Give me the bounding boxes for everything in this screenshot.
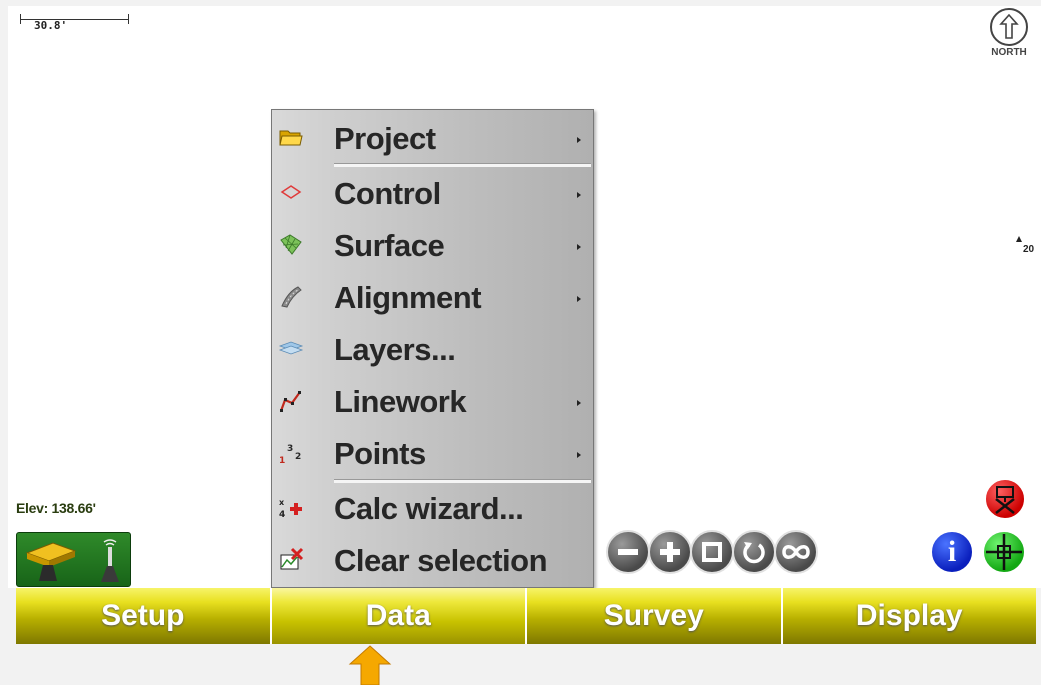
- info-icon: i: [947, 535, 957, 568]
- up-arrow-pointer-icon: [348, 645, 392, 685]
- submenu-arrow-icon: [577, 244, 581, 250]
- submenu-arrow-icon: [577, 400, 581, 406]
- menu-item-surface[interactable]: Surface: [272, 222, 593, 274]
- crosshair-button[interactable]: [982, 530, 1026, 574]
- stop-record-icon: [995, 486, 1015, 514]
- elevation-readout: Elev: 138.66': [16, 500, 96, 516]
- zoom-in-icon: [660, 542, 680, 562]
- points-icon: 1 3 2: [279, 444, 301, 466]
- base-station-icon: [101, 539, 119, 582]
- menu-item-label: Linework: [334, 384, 467, 419]
- svg-text:3: 3: [287, 444, 293, 454]
- gps-rover-icon: [25, 542, 77, 581]
- zoom-window-icon: [702, 542, 722, 562]
- svg-text:2: 2: [295, 452, 301, 462]
- zoom-window-button[interactable]: [690, 530, 734, 574]
- menu-item-layers[interactable]: Layers...: [272, 326, 593, 378]
- stop-record-button[interactable]: [984, 478, 1026, 520]
- control-diamond-icon: [280, 185, 302, 199]
- linework-icon: [279, 391, 301, 412]
- menu-item-label: Project: [334, 121, 436, 156]
- zoom-in-button[interactable]: [648, 530, 692, 574]
- north-arrow-icon: [990, 8, 1028, 46]
- zoom-out-button[interactable]: [606, 530, 650, 574]
- menu-item-label: Layers...: [334, 332, 456, 367]
- calc-wizard-icon: x 4: [279, 498, 302, 520]
- menu-item-calc-wizard[interactable]: x 4 Calc wizard...: [272, 485, 593, 537]
- tab-display[interactable]: Display: [782, 588, 1036, 644]
- svg-text:1: 1: [279, 456, 285, 466]
- submenu-arrow-icon: [577, 452, 581, 458]
- submenu-arrow-icon: [577, 137, 581, 143]
- zoom-out-icon: [618, 549, 638, 555]
- point-label: 20: [1023, 244, 1035, 255]
- menu-item-project[interactable]: Project: [272, 115, 593, 167]
- zoom-extents-icon: [782, 545, 810, 559]
- menu-item-label: Alignment: [334, 280, 482, 315]
- menu-item-clear-selection[interactable]: Clear selection: [272, 537, 593, 589]
- menu-item-label: Clear selection: [334, 543, 548, 578]
- zoom-toolbar: [606, 530, 818, 580]
- menu-separator: [334, 163, 591, 167]
- menu-item-points[interactable]: 1 3 2 Points: [272, 430, 593, 482]
- menu-item-alignment[interactable]: Alignment: [272, 274, 593, 326]
- zoom-extents-button[interactable]: [774, 530, 818, 574]
- menu-item-label: Calc wizard...: [334, 491, 524, 526]
- main-tab-bar: Setup Data Survey Display: [16, 588, 1036, 644]
- info-button[interactable]: i: [930, 530, 974, 574]
- north-label: NORTH: [991, 47, 1027, 58]
- menu-item-label: Control: [334, 176, 441, 211]
- rotate-button[interactable]: [732, 530, 776, 574]
- clear-selection-icon: [280, 547, 304, 570]
- submenu-arrow-icon: [577, 192, 581, 198]
- north-arrow[interactable]: NORTH: [983, 8, 1035, 68]
- surface-mesh-icon: [280, 234, 302, 255]
- tab-data[interactable]: Data: [271, 588, 527, 644]
- menu-item-label: Surface: [334, 228, 445, 263]
- point-marker-icon: [1016, 236, 1022, 242]
- menu-item-linework[interactable]: Linework: [272, 378, 593, 430]
- alignment-icon: [281, 286, 302, 308]
- menu-item-control[interactable]: Control: [272, 170, 593, 222]
- svg-text:4: 4: [279, 510, 285, 520]
- tab-survey[interactable]: Survey: [527, 588, 783, 644]
- menu-item-label: Points: [334, 436, 426, 471]
- svg-text:x: x: [279, 498, 285, 507]
- scale-label: 30.8': [34, 19, 68, 32]
- rotate-icon: [743, 542, 765, 564]
- layers-icon: [278, 341, 304, 355]
- menu-separator: [334, 479, 591, 483]
- data-menu: Project Control Surface Alignment Layers…: [271, 109, 594, 588]
- submenu-arrow-icon: [577, 296, 581, 302]
- folder-icon: [279, 130, 303, 146]
- crosshair-icon: [986, 534, 1022, 570]
- gps-status-button[interactable]: [16, 532, 131, 587]
- map-point[interactable]: 20: [1016, 236, 1034, 255]
- tab-setup[interactable]: Setup: [16, 588, 272, 644]
